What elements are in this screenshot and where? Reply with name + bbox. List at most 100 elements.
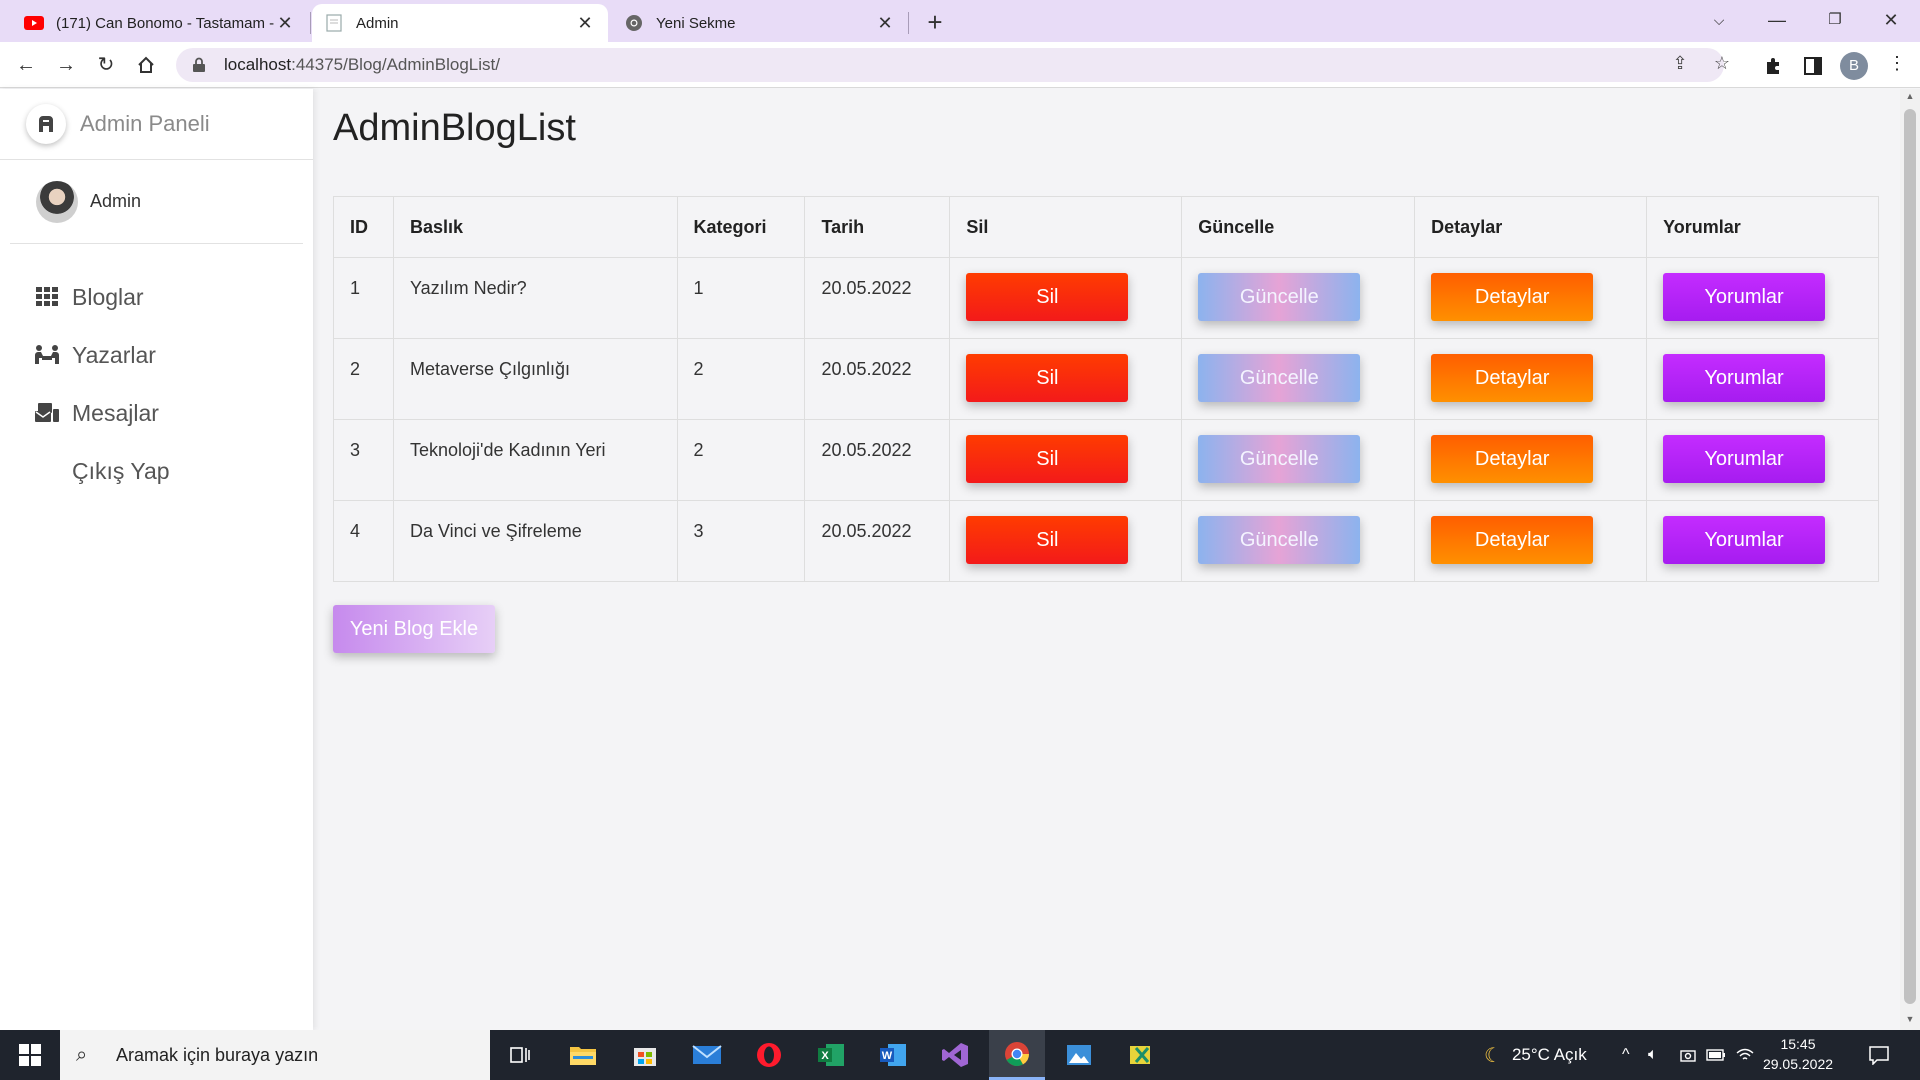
chevron-up-icon[interactable]: ^ bbox=[1622, 1030, 1630, 1080]
comments-button[interactable]: Yorumlar bbox=[1663, 435, 1826, 483]
page-icon bbox=[324, 13, 344, 33]
weather-text: 25°C Açık bbox=[1511, 1045, 1587, 1064]
scroll-up-icon[interactable]: ▲ bbox=[1900, 91, 1920, 105]
weather-widget[interactable]: ☾ 25°C Açık bbox=[1484, 1030, 1587, 1080]
cell-comments: Yorumlar bbox=[1646, 500, 1879, 582]
update-button[interactable]: Güncelle bbox=[1198, 273, 1361, 321]
extensions-icon[interactable] bbox=[1760, 53, 1786, 79]
address-bar[interactable]: localhost:44375/Blog/AdminBlogList/ bbox=[176, 48, 1724, 82]
lock-icon bbox=[192, 57, 212, 73]
details-button[interactable]: Detaylar bbox=[1431, 435, 1594, 483]
cell-title: Da Vinci ve Şifreleme bbox=[392, 500, 678, 582]
cell-comments: Yorumlar bbox=[1646, 338, 1879, 420]
photos-icon[interactable] bbox=[1051, 1030, 1107, 1080]
tab-new[interactable]: Yeni Sekme ✕ bbox=[612, 4, 908, 42]
snip-tool-icon[interactable] bbox=[1113, 1030, 1169, 1080]
tab-close-icon[interactable]: ✕ bbox=[874, 13, 896, 34]
cell-category: 1 bbox=[676, 257, 806, 339]
table-row: 3 Teknoloji'de Kadının Yeri 2 20.05.2022… bbox=[333, 419, 1879, 501]
clock-time: 15:45 bbox=[1780, 1036, 1816, 1052]
blog-table: ID Baslık Kategori Tarih Sil Güncelle De… bbox=[333, 196, 1879, 582]
comments-button[interactable]: Yorumlar bbox=[1663, 516, 1826, 564]
wifi-icon[interactable] bbox=[1736, 1030, 1754, 1080]
delete-button[interactable]: Sil bbox=[966, 435, 1129, 483]
comments-button[interactable]: Yorumlar bbox=[1663, 273, 1826, 321]
store-icon[interactable] bbox=[617, 1030, 673, 1080]
taskbar-search-box[interactable]: ⌕ Aramak için buraya yazın bbox=[60, 1030, 490, 1080]
battery-icon[interactable] bbox=[1706, 1030, 1726, 1080]
update-button[interactable]: Güncelle bbox=[1198, 435, 1361, 483]
sidebar-item-yazarlar[interactable]: Yazarlar bbox=[0, 326, 313, 384]
scrollbar-thumb[interactable] bbox=[1904, 109, 1916, 1004]
people-icon bbox=[34, 342, 60, 368]
side-panel-icon[interactable] bbox=[1800, 53, 1826, 79]
notifications-icon[interactable] bbox=[1868, 1030, 1890, 1080]
windows-start-icon[interactable] bbox=[0, 1030, 60, 1080]
tab-close-icon[interactable]: ✕ bbox=[574, 13, 596, 34]
tab-close-icon[interactable]: ✕ bbox=[274, 13, 296, 34]
sidebar-item-bloglar[interactable]: Bloglar bbox=[0, 268, 313, 326]
tab-youtube[interactable]: (171) Can Bonomo - Tastamam - ✕ bbox=[12, 4, 308, 42]
new-tab-button[interactable]: + bbox=[918, 6, 952, 40]
minimize-icon[interactable]: — bbox=[1748, 0, 1806, 42]
cell-delete: Sil bbox=[949, 500, 1183, 582]
cell-date: 20.05.2022 bbox=[804, 257, 951, 339]
home-icon[interactable] bbox=[130, 49, 162, 81]
share-icon[interactable]: ⇪ bbox=[1668, 53, 1692, 77]
table-header-row: ID Baslık Kategori Tarih Sil Güncelle De… bbox=[333, 196, 1879, 258]
cell-details: Detaylar bbox=[1414, 419, 1648, 501]
sidebar-item-label: Yazarlar bbox=[72, 341, 156, 368]
reload-icon[interactable]: ↻ bbox=[90, 49, 122, 81]
excel-icon[interactable]: X bbox=[803, 1030, 859, 1080]
bookmark-star-icon[interactable]: ☆ bbox=[1710, 53, 1734, 77]
add-blog-button[interactable]: Yeni Blog Ekle bbox=[333, 605, 495, 653]
close-window-icon[interactable]: ✕ bbox=[1862, 0, 1920, 42]
opera-icon[interactable] bbox=[741, 1030, 797, 1080]
word-icon[interactable]: W bbox=[865, 1030, 921, 1080]
user-panel[interactable]: Admin bbox=[10, 160, 303, 244]
taskbar: ⌕ Aramak için buraya yazın X W ☾ 25°C Aç… bbox=[0, 1030, 1920, 1080]
tab-label: (171) Can Bonomo - Tastamam - bbox=[56, 14, 274, 32]
url-path: :44375/Blog/AdminBlogList/ bbox=[291, 55, 500, 74]
details-button[interactable]: Detaylar bbox=[1431, 516, 1594, 564]
chrome-taskbar-icon[interactable] bbox=[989, 1030, 1045, 1080]
tab-search-icon[interactable]: ⌵ bbox=[1690, 0, 1748, 42]
browser-tabstrip: (171) Can Bonomo - Tastamam - ✕ Admin ✕ … bbox=[0, 0, 1920, 42]
sidebar-item-label: Bloglar bbox=[72, 283, 144, 310]
forward-icon[interactable]: → bbox=[50, 49, 82, 81]
file-explorer-icon[interactable] bbox=[555, 1030, 611, 1080]
cell-id: 4 bbox=[333, 500, 394, 582]
brand[interactable]: Admin Paneli bbox=[0, 89, 313, 160]
page-scrollbar[interactable]: ▲ ▼ bbox=[1900, 89, 1920, 1030]
delete-button[interactable]: Sil bbox=[966, 273, 1129, 321]
sidebar-item-mesajlar[interactable]: Mesajlar bbox=[0, 384, 313, 442]
mail-icon[interactable] bbox=[679, 1030, 735, 1080]
avatar bbox=[36, 180, 78, 223]
menu-dots-icon[interactable]: ⋮ bbox=[1884, 53, 1910, 79]
task-view-icon[interactable] bbox=[492, 1030, 548, 1080]
restore-icon[interactable]: ❐ bbox=[1806, 0, 1864, 42]
tab-admin[interactable]: Admin ✕ bbox=[312, 4, 608, 42]
camera-icon[interactable] bbox=[1680, 1030, 1696, 1080]
back-icon[interactable]: ← bbox=[10, 49, 42, 81]
chrome-icon bbox=[624, 13, 644, 33]
comments-button[interactable]: Yorumlar bbox=[1663, 354, 1826, 402]
scroll-down-icon[interactable]: ▼ bbox=[1900, 1014, 1920, 1028]
profile-avatar[interactable]: B bbox=[1840, 52, 1868, 80]
details-button[interactable]: Detaylar bbox=[1431, 273, 1594, 321]
cell-id: 2 bbox=[333, 338, 394, 420]
sidebar-item-cikis-yap[interactable]: Çıkış Yap bbox=[0, 442, 313, 500]
browser-toolbar: ← → ↻ localhost:44375/Blog/AdminBlogList… bbox=[0, 42, 1920, 88]
tab-divider bbox=[908, 12, 909, 34]
visual-studio-icon[interactable] bbox=[927, 1030, 983, 1080]
update-button[interactable]: Güncelle bbox=[1198, 516, 1361, 564]
delete-button[interactable]: Sil bbox=[966, 354, 1129, 402]
volume-icon[interactable]: 🔈︎ bbox=[1648, 1030, 1658, 1080]
delete-button[interactable]: Sil bbox=[966, 516, 1129, 564]
cell-category: 3 bbox=[676, 500, 806, 582]
update-button[interactable]: Güncelle bbox=[1198, 354, 1361, 402]
tab-label: Admin bbox=[356, 14, 399, 32]
cell-title: Yazılım Nedir? bbox=[392, 257, 678, 339]
taskbar-clock[interactable]: 15:45 29.05.2022 bbox=[1758, 1034, 1838, 1074]
details-button[interactable]: Detaylar bbox=[1431, 354, 1594, 402]
